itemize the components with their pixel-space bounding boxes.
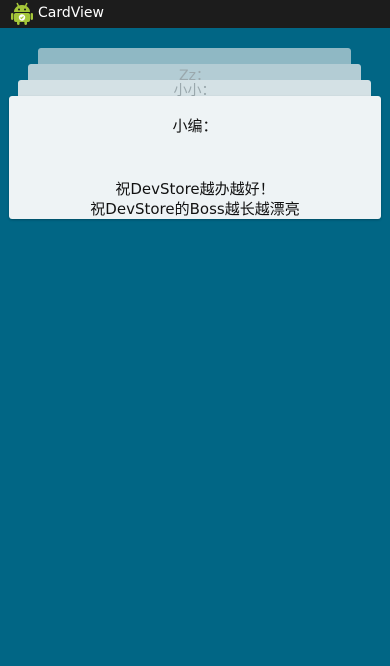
card-message-line: 祝DevStore的Boss越长越漂亮	[90, 200, 300, 218]
card-stack-area: Zz： 小小： 小编： 祝DevStore越办越好！ 祝DevStore的Bos…	[0, 28, 390, 666]
android-robot-icon[interactable]	[11, 1, 33, 25]
card-title: 小编：	[172, 117, 218, 135]
card-front[interactable]: 小编： 祝DevStore越办越好！ 祝DevStore的Boss越长越漂亮	[9, 96, 381, 219]
action-bar: CardView	[0, 0, 390, 28]
card-message-line: 祝DevStore越办越好！	[115, 180, 275, 198]
app-title: CardView	[38, 5, 104, 21]
